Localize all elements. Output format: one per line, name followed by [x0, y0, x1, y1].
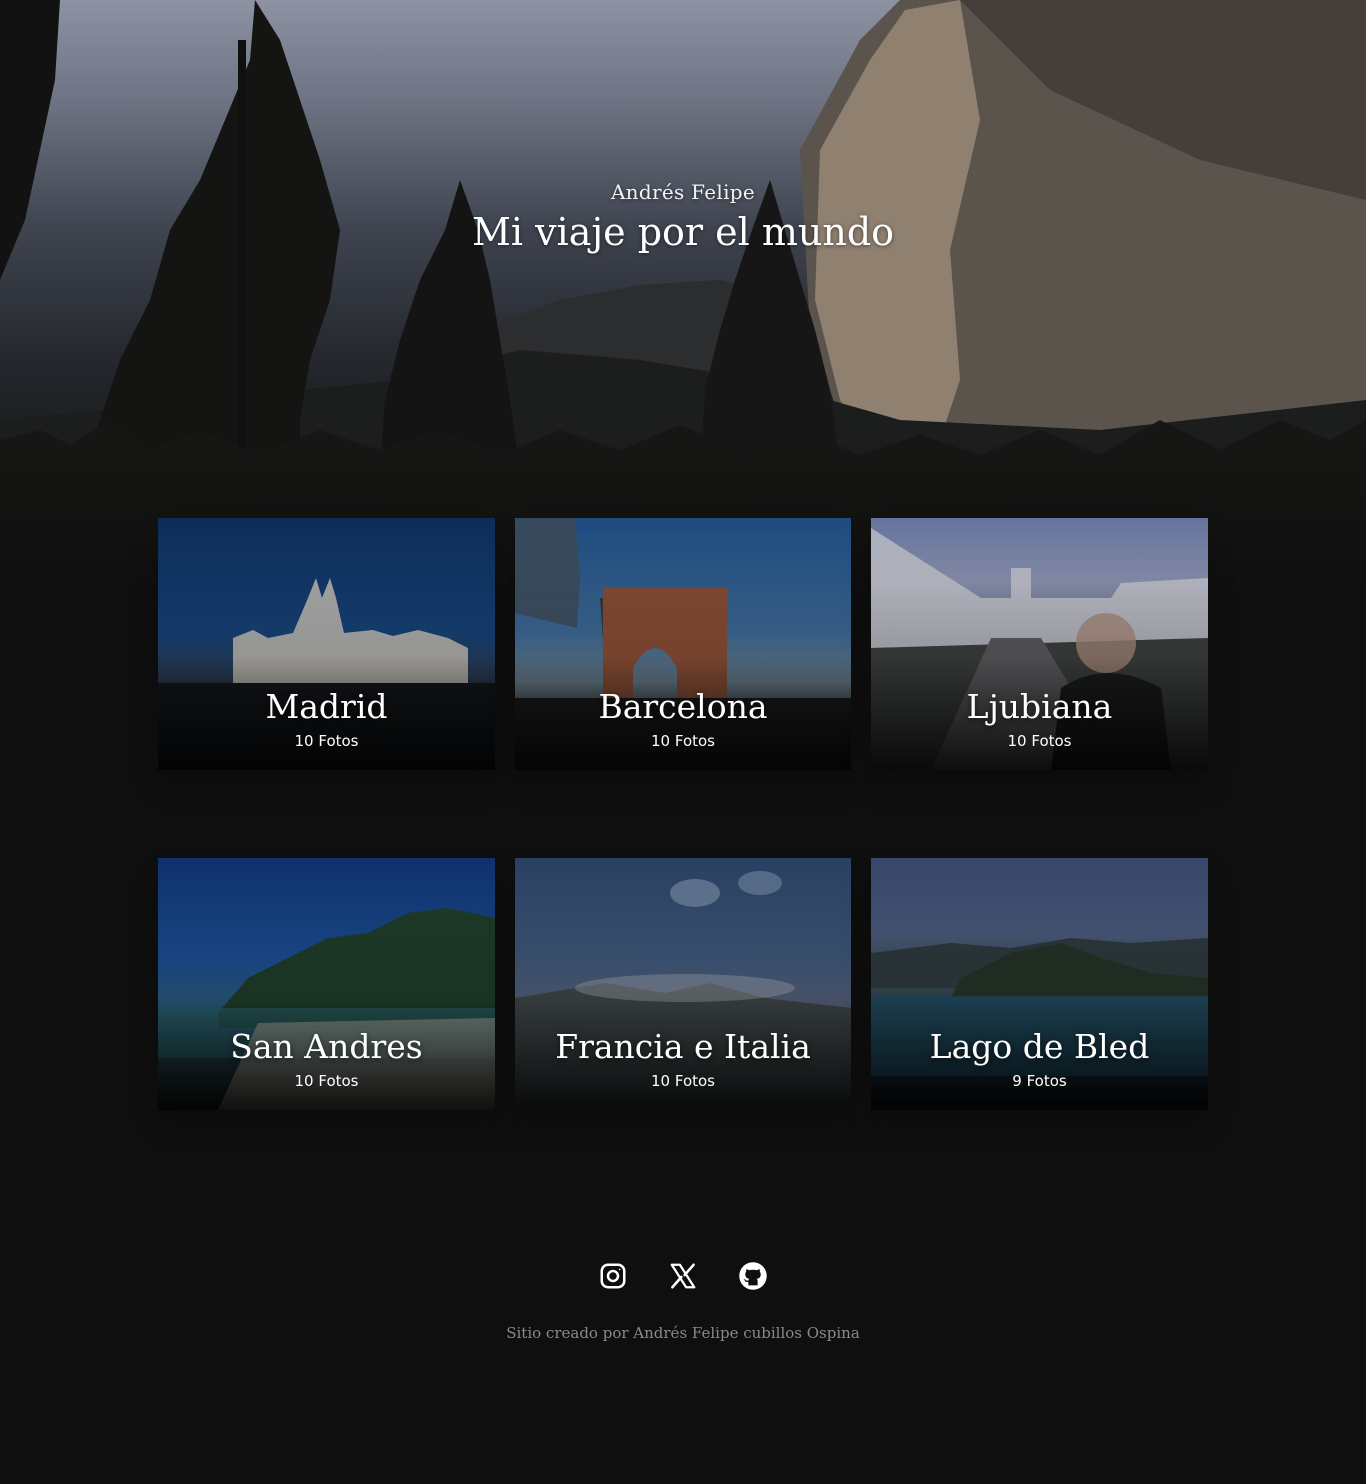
page-title: Mi viaje por el mundo — [471, 210, 895, 254]
footer: Sitio creado por Andrés Felipe cubillos … — [0, 1258, 1366, 1342]
album-card-ljubiana[interactable]: Ljubiana 10 Fotos — [871, 518, 1208, 770]
card-caption: Barcelona 10 Fotos — [515, 688, 851, 750]
photo-count: 10 Fotos — [294, 1072, 359, 1090]
album-card-lago-de-bled[interactable]: Lago de Bled 9 Fotos — [871, 858, 1208, 1110]
album-card-madrid[interactable]: Madrid 10 Fotos — [158, 518, 495, 770]
social-links — [0, 1258, 1366, 1294]
photo-count: 10 Fotos — [1007, 732, 1072, 750]
card-caption: San Andres 10 Fotos — [158, 1028, 495, 1090]
photo-count: 10 Fotos — [651, 1072, 715, 1090]
instagram-icon[interactable] — [598, 1261, 628, 1291]
site-credit: Sitio creado por Andrés Felipe cubillos … — [506, 1324, 860, 1342]
hero-text: Andrés Felipe Mi viaje por el mundo — [0, 180, 1366, 254]
album-title: San Andres — [230, 1027, 423, 1067]
card-caption: Ljubiana 10 Fotos — [871, 688, 1208, 750]
gallery-grid: Madrid 10 Fotos Barcelona 10 Fotos Ljubi… — [158, 518, 1208, 1110]
photo-count: 10 Fotos — [294, 732, 359, 750]
github-icon[interactable] — [738, 1261, 768, 1291]
album-card-san-andres[interactable]: San Andres 10 Fotos — [158, 858, 495, 1110]
photo-count: 10 Fotos — [651, 732, 715, 750]
card-caption: Francia e Italia 10 Fotos — [515, 1028, 851, 1090]
author-name: Andrés Felipe — [610, 180, 756, 204]
album-title: Lago de Bled — [929, 1027, 1150, 1067]
album-card-francia-italia[interactable]: Francia e Italia 10 Fotos — [515, 858, 851, 1110]
album-title: Barcelona — [598, 687, 768, 727]
album-title: Francia e Italia — [555, 1027, 811, 1067]
card-caption: Madrid 10 Fotos — [158, 688, 495, 750]
card-caption: Lago de Bled 9 Fotos — [871, 1028, 1208, 1090]
hero-banner: Andrés Felipe Mi viaje por el mundo — [0, 0, 1366, 600]
album-title: Ljubiana — [966, 687, 1113, 727]
photo-count: 9 Fotos — [1012, 1072, 1067, 1090]
album-card-barcelona[interactable]: Barcelona 10 Fotos — [515, 518, 851, 770]
x-icon[interactable] — [668, 1261, 698, 1291]
album-title: Madrid — [265, 687, 388, 727]
